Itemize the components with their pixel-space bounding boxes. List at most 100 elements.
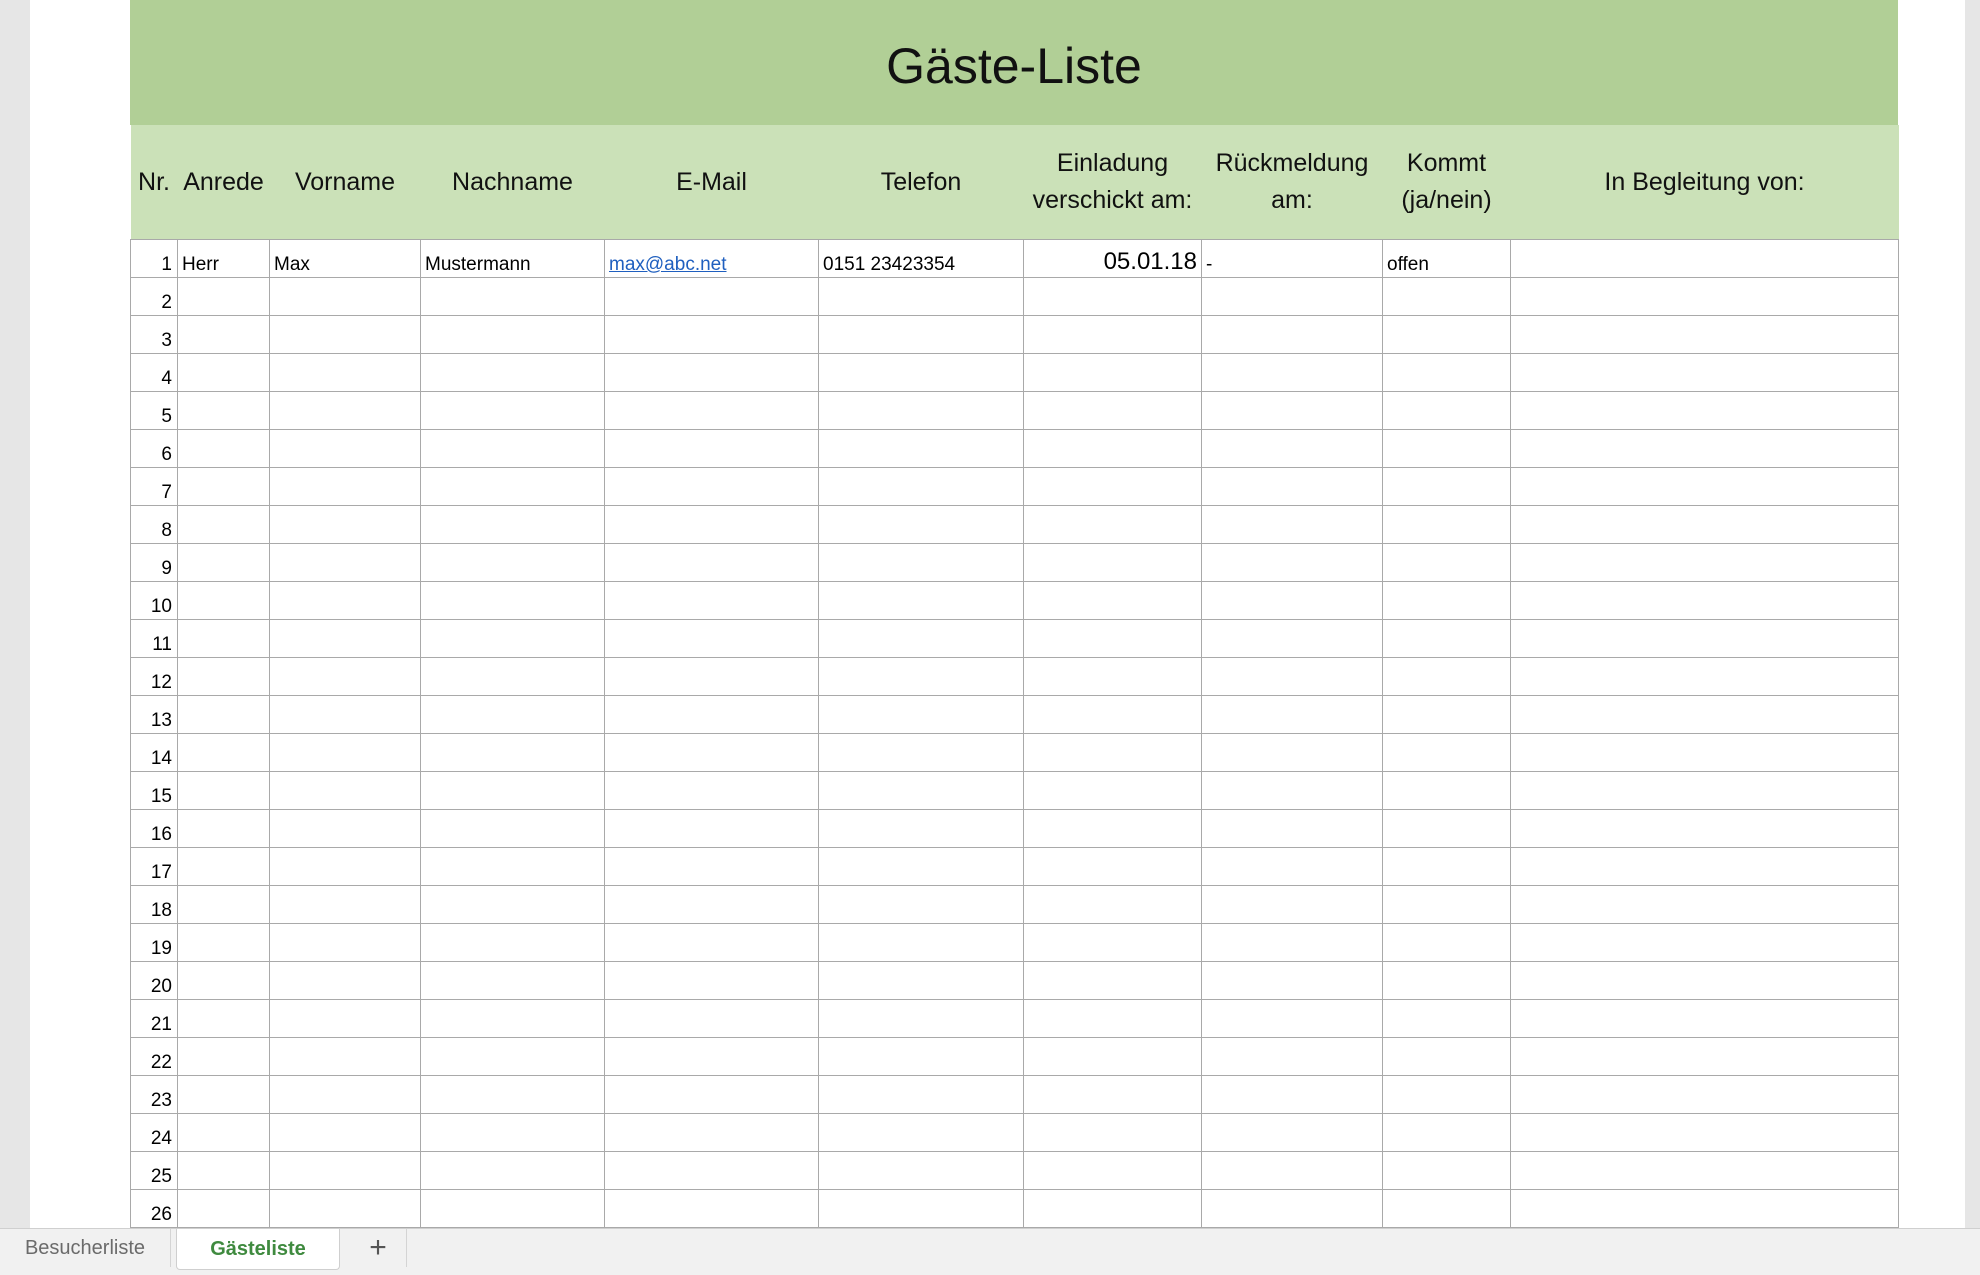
cell-rueckmeldung[interactable] [1201,1037,1383,1076]
cell-anrede[interactable] [177,353,270,392]
cell-telefon[interactable]: 0151 23423354 [818,239,1024,278]
cell-kommt[interactable] [1382,315,1511,354]
cell-telefon[interactable] [818,391,1024,430]
cell-begleitung[interactable] [1510,847,1899,886]
cell-anrede[interactable] [177,505,270,544]
cell-nachname[interactable] [420,391,605,430]
cell-nachname[interactable] [420,315,605,354]
cell-nachname[interactable] [420,961,605,1000]
cell-email[interactable] [604,847,819,886]
header-anrede[interactable]: Anrede [177,125,270,240]
cell-nachname[interactable] [420,1037,605,1076]
cell-kommt[interactable] [1382,657,1511,696]
cell-vorname[interactable] [269,467,421,506]
cell-nachname[interactable] [420,657,605,696]
cell-kommt[interactable] [1382,581,1511,620]
cell-vorname[interactable] [269,543,421,582]
cell-kommt[interactable] [1382,1037,1511,1076]
cell-anrede[interactable] [177,1113,270,1152]
cell-einladung[interactable] [1023,1113,1202,1152]
cell-nr[interactable]: 9 [130,543,178,582]
cell-einladung[interactable] [1023,961,1202,1000]
cell-vorname[interactable] [269,847,421,886]
cell-begleitung[interactable] [1510,277,1899,316]
cell-nachname[interactable] [420,771,605,810]
cell-kommt[interactable]: offen [1382,239,1511,278]
cell-nachname[interactable] [420,809,605,848]
cell-vorname[interactable] [269,1151,421,1190]
cell-email[interactable] [604,581,819,620]
cell-nachname[interactable] [420,543,605,582]
cell-rueckmeldung[interactable] [1201,277,1383,316]
cell-einladung[interactable] [1023,809,1202,848]
cell-email[interactable] [604,771,819,810]
cell-vorname[interactable] [269,885,421,924]
cell-begleitung[interactable] [1510,353,1899,392]
cell-rueckmeldung[interactable] [1201,467,1383,506]
cell-anrede[interactable] [177,657,270,696]
cell-einladung[interactable] [1023,619,1202,658]
cell-nr[interactable]: 16 [130,809,178,848]
cell-einladung[interactable] [1023,467,1202,506]
cell-email[interactable] [604,353,819,392]
header-nachname[interactable]: Nachname [420,125,605,240]
cell-kommt[interactable] [1382,505,1511,544]
cell-email[interactable] [604,923,819,962]
cell-rueckmeldung[interactable] [1201,1075,1383,1114]
cell-begleitung[interactable] [1510,429,1899,468]
cell-begleitung[interactable] [1510,657,1899,696]
cell-telefon[interactable] [818,581,1024,620]
cell-begleitung[interactable] [1510,1075,1899,1114]
cell-einladung[interactable] [1023,1075,1202,1114]
cell-anrede[interactable] [177,771,270,810]
cell-nachname[interactable] [420,923,605,962]
cell-einladung[interactable] [1023,1151,1202,1190]
cell-rueckmeldung[interactable] [1201,543,1383,582]
cell-anrede[interactable] [177,467,270,506]
cell-nr[interactable]: 18 [130,885,178,924]
cell-nr[interactable]: 17 [130,847,178,886]
cell-vorname[interactable] [269,771,421,810]
cell-einladung[interactable] [1023,543,1202,582]
cell-nachname[interactable] [420,429,605,468]
cell-vorname[interactable] [269,619,421,658]
cell-kommt[interactable] [1382,543,1511,582]
cell-email[interactable] [604,1037,819,1076]
cell-telefon[interactable] [818,923,1024,962]
cell-nr[interactable]: 11 [130,619,178,658]
cell-begleitung[interactable] [1510,619,1899,658]
cell-rueckmeldung[interactable] [1201,657,1383,696]
cell-vorname[interactable] [269,695,421,734]
cell-email[interactable] [604,429,819,468]
header-nr[interactable]: Nr. [130,125,178,240]
cell-email[interactable] [604,277,819,316]
cell-rueckmeldung[interactable] [1201,771,1383,810]
header-kommt[interactable]: Kommt (ja/nein) [1382,125,1511,240]
cell-vorname[interactable] [269,1037,421,1076]
cell-nr[interactable]: 7 [130,467,178,506]
cell-kommt[interactable] [1382,1075,1511,1114]
cell-telefon[interactable] [818,277,1024,316]
cell-kommt[interactable] [1382,809,1511,848]
cell-begleitung[interactable] [1510,1113,1899,1152]
cell-begleitung[interactable] [1510,1151,1899,1190]
cell-nr[interactable]: 22 [130,1037,178,1076]
cell-nachname[interactable] [420,581,605,620]
cell-anrede[interactable] [177,885,270,924]
cell-begleitung[interactable] [1510,961,1899,1000]
cell-anrede[interactable] [177,277,270,316]
cell-email[interactable] [604,619,819,658]
cell-begleitung[interactable] [1510,771,1899,810]
cell-nr[interactable]: 2 [130,277,178,316]
cell-nachname[interactable] [420,1151,605,1190]
cell-einladung[interactable] [1023,923,1202,962]
cell-kommt[interactable] [1382,353,1511,392]
cell-rueckmeldung[interactable]: - [1201,239,1383,278]
cell-telefon[interactable] [818,809,1024,848]
cell-email[interactable] [604,657,819,696]
cell-telefon[interactable] [818,315,1024,354]
cell-einladung[interactable] [1023,733,1202,772]
cell-einladung[interactable] [1023,391,1202,430]
cell-begleitung[interactable] [1510,695,1899,734]
header-vorname[interactable]: Vorname [269,125,421,240]
